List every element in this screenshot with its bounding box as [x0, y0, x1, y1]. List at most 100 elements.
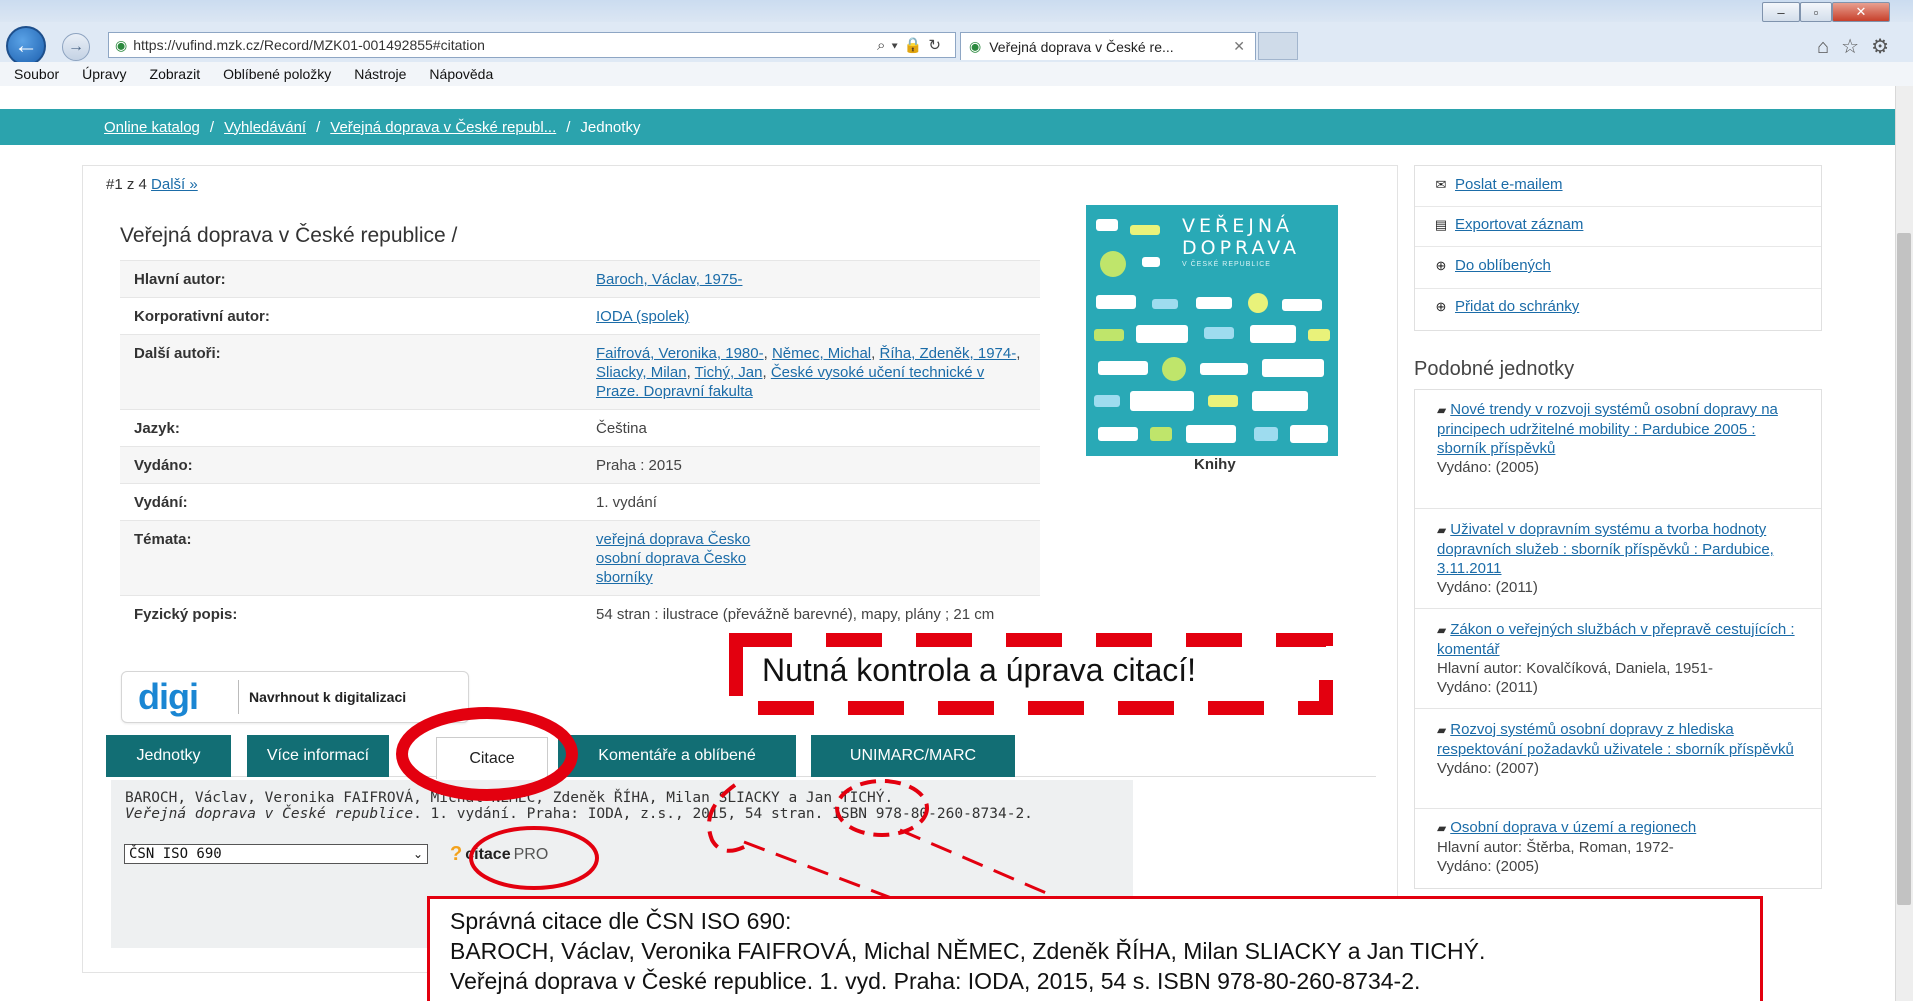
- coauthor-link[interactable]: Říha, Zdeněk, 1974-: [879, 345, 1016, 362]
- similar-item-link[interactable]: Osobní doprava v území a regionech: [1450, 819, 1696, 836]
- chevron-down-icon: ⌄: [412, 847, 423, 861]
- coauthor-link[interactable]: Faifrová, Veronika, 1980-: [596, 345, 764, 362]
- subject-link[interactable]: veřejná doprava Česko: [596, 531, 750, 548]
- similar-item-published: Vydáno: (2007): [1437, 760, 1540, 777]
- field-value: 1. vydání: [582, 483, 1040, 521]
- citace-pro-link[interactable]: ? citace PRO: [450, 843, 548, 866]
- list-item: ▰ Zákon o veřejných službách v přepravě c…: [1437, 620, 1807, 697]
- cover-title: VEŘEJNÁ DOPRAVA: [1182, 215, 1300, 259]
- breadcrumb-vyhledavani[interactable]: Vyhledávání: [224, 119, 306, 136]
- action-label[interactable]: Exportovat záznam: [1455, 216, 1583, 233]
- scrollbar-thumb[interactable]: [1897, 233, 1911, 905]
- tab-komentare[interactable]: Komentáře a oblíbené: [558, 735, 796, 777]
- tab-vice-informaci[interactable]: Více informací: [247, 735, 389, 777]
- minimize-button[interactable]: –: [1762, 2, 1800, 22]
- field-label: Témata:: [120, 520, 582, 596]
- title-strip: [0, 0, 1913, 22]
- similar-item-link[interactable]: Rozvoj systémů osobní dopravy z hlediska…: [1437, 721, 1794, 758]
- field-label: Vydání:: [120, 483, 582, 521]
- menu-help[interactable]: Nápověda: [429, 66, 493, 82]
- format-caption: Knihy: [1194, 456, 1236, 473]
- tab-close-icon[interactable]: ✕: [1233, 38, 1245, 55]
- record-details-table: Hlavní autor: Baroch, Václav, 1975- Korp…: [120, 260, 1040, 632]
- citace-pro-name: citace: [465, 845, 511, 863]
- address-bar[interactable]: ◉ https://vufind.mzk.cz/Record/MZK01-001…: [108, 32, 956, 58]
- menu-file[interactable]: Soubor: [14, 66, 59, 82]
- new-tab-button[interactable]: [1258, 32, 1298, 60]
- author-link[interactable]: Baroch, Václav, 1975-: [596, 271, 742, 288]
- similar-item-link[interactable]: Nové trendy v rozvoji systémů osobní dop…: [1437, 401, 1778, 457]
- breadcrumb: Online katalog / Vyhledávání / Veřejná d…: [0, 109, 1895, 145]
- coauthor-link[interactable]: Sliacky, Milan: [596, 364, 687, 381]
- book-icon: ▰: [1437, 403, 1447, 417]
- similar-item-link[interactable]: Zákon o veřejných službách v přepravě ce…: [1437, 621, 1795, 658]
- action-label[interactable]: Poslat e-mailem: [1455, 176, 1563, 193]
- menu-favorites[interactable]: Oblíbené položky: [223, 66, 331, 82]
- plus-circle-icon: ⊕: [1435, 298, 1447, 314]
- tab-citace[interactable]: Citace: [436, 737, 548, 779]
- action-email[interactable]: ✉ Poslat e-mailem: [1433, 176, 1563, 193]
- favorites-star-icon[interactable]: ☆: [1841, 36, 1871, 58]
- list-item: ▰ Uživatel v dopravním systému a tvorba h…: [1437, 520, 1807, 597]
- similar-item-published: Vydáno: (2011): [1437, 679, 1538, 696]
- action-cart[interactable]: ⊕ Přidat do schránky: [1433, 298, 1580, 315]
- coauthor-link[interactable]: Tichý, Jan: [695, 364, 763, 381]
- breadcrumb-separator: /: [209, 118, 215, 136]
- action-favorites[interactable]: ⊕ Do oblíbených: [1433, 257, 1551, 274]
- book-icon: ▰: [1437, 523, 1447, 537]
- tab-jednotky[interactable]: Jednotky: [106, 735, 231, 777]
- settings-gear-icon[interactable]: ⚙: [1871, 36, 1901, 58]
- divider: [1415, 288, 1821, 289]
- cover-title-line: DOPRAVA: [1182, 237, 1301, 259]
- action-label[interactable]: Přidat do schránky: [1455, 298, 1579, 315]
- suggest-digitization-button[interactable]: digi Navrhnout k digitalizaci: [121, 671, 469, 723]
- field-label: Fyzický popis:: [120, 595, 582, 632]
- subject-link[interactable]: osobní doprava Česko: [596, 550, 746, 567]
- record-actions: ✉ Poslat e-mailem ▤ Exportovat záznam ⊕ …: [1414, 165, 1822, 331]
- browser-chrome: – ▫ ✕ ← → ◉ https://vufind.mzk.cz/Record…: [0, 0, 1913, 86]
- field-label: Korporativní autor:: [120, 297, 582, 335]
- table-row: Témata: veřejná doprava Česko osobní dop…: [120, 520, 1040, 596]
- book-icon: ▰: [1437, 723, 1447, 737]
- table-row: Další autoři: Faifrová, Veronika, 1980-,…: [120, 334, 1040, 410]
- divider: [1415, 508, 1821, 509]
- forward-button[interactable]: →: [62, 33, 90, 61]
- maximize-button[interactable]: ▫: [1800, 2, 1832, 22]
- digitization-label: Navrhnout k digitalizaci: [249, 689, 407, 705]
- close-window-button[interactable]: ✕: [1832, 2, 1890, 22]
- warning-annotation: Nutná kontrola a úprava citací!: [762, 652, 1197, 688]
- menu-view[interactable]: Zobrazit: [150, 66, 201, 82]
- menu-edit[interactable]: Úpravy: [82, 66, 126, 82]
- subject-link[interactable]: sborníky: [596, 569, 653, 586]
- result-pager: #1 z 4 Další »: [106, 176, 198, 193]
- action-label[interactable]: Do oblíbených: [1455, 257, 1551, 274]
- browser-tab[interactable]: ◉ Veřejná doprava v České re... ✕: [960, 32, 1256, 60]
- corporate-author-link[interactable]: IODA (spolek): [596, 308, 689, 325]
- address-url: https://vufind.mzk.cz/Record/MZK01-00149…: [133, 37, 485, 53]
- menu-tools[interactable]: Nástroje: [354, 66, 406, 82]
- correct-citation-line: BAROCH, Václav, Veronika FAIFROVÁ, Micha…: [450, 938, 1486, 964]
- similar-item-author: Hlavní autor: Štěrba, Roman, 1972-: [1437, 839, 1674, 856]
- home-icon[interactable]: ⌂: [1817, 36, 1841, 58]
- coauthor-link[interactable]: Němec, Michal: [772, 345, 871, 362]
- breadcrumb-record[interactable]: Veřejná doprava v České republ...: [330, 119, 556, 136]
- field-value: Čeština: [582, 409, 1040, 447]
- divider: [1415, 246, 1821, 247]
- divider: [1415, 608, 1821, 609]
- breadcrumb-separator: /: [566, 118, 571, 136]
- breadcrumb-online-katalog[interactable]: Online katalog: [104, 119, 200, 136]
- tab-unimarc[interactable]: UNIMARC/MARC: [811, 735, 1015, 777]
- action-export[interactable]: ▤ Exportovat záznam: [1433, 216, 1584, 233]
- table-row: Vydáno: Praha : 2015: [120, 446, 1040, 484]
- back-button[interactable]: ←: [6, 26, 46, 66]
- pager-next-link[interactable]: Další »: [151, 176, 198, 193]
- plus-circle-icon: ⊕: [1435, 257, 1447, 273]
- book-cover-image[interactable]: VEŘEJNÁ DOPRAVA V ČESKÉ REPUBLICE: [1086, 205, 1338, 456]
- divider: [1415, 206, 1821, 207]
- similar-item-link[interactable]: Uživatel v dopravním systému a tvorba ho…: [1437, 521, 1774, 577]
- citation-style-select[interactable]: ČSN ISO 690 ⌄: [124, 844, 428, 864]
- table-row: Hlavní autor: Baroch, Václav, 1975-: [120, 260, 1040, 298]
- address-tools-icon[interactable]: ⌕▾🔒↻: [877, 36, 947, 54]
- divider: [238, 680, 239, 714]
- browser-window: – ▫ ✕ ← → ◉ https://vufind.mzk.cz/Record…: [0, 0, 1913, 1001]
